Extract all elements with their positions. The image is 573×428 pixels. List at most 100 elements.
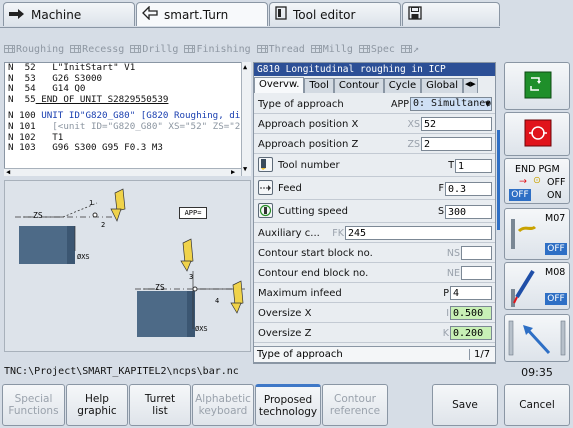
zs-label-2: ZS: [155, 283, 165, 292]
xs-label-2: ØXS: [195, 325, 208, 333]
menu-more[interactable]: ↗: [400, 44, 419, 60]
special-functions-softkey[interactable]: Special Functions: [2, 384, 65, 426]
dialog-title: G810 Longitudinal roughing in ICP: [254, 63, 495, 76]
menu-finishing[interactable]: Finishing: [184, 44, 251, 60]
field-maximum-infeed[interactable]: Maximum infeed P: [254, 284, 495, 303]
cycle-stop-icon: [524, 119, 552, 147]
point-3-label: 3: [189, 273, 194, 281]
contour-reference-softkey[interactable]: Contour reference: [322, 384, 388, 426]
alphabetic-keyboard-softkey[interactable]: Alphabetic keyboard: [192, 384, 254, 426]
coolant-m08-button[interactable]: M08 OFF: [504, 262, 570, 310]
cutting-speed-input[interactable]: [445, 205, 492, 219]
program-path: TNC:\Project\SMART_KAPITEL2\ncps\bar.nc: [4, 366, 239, 377]
menu-thread[interactable]: Thread: [256, 44, 305, 60]
nc-hscrollbar[interactable]: ◀ ▶: [4, 168, 241, 176]
field-contour-start[interactable]: Contour start block no. NS: [254, 244, 495, 263]
tab-cycle[interactable]: Cycle: [383, 78, 422, 93]
contour-start-input[interactable]: [461, 246, 492, 260]
nc-scrollbar[interactable]: ▲ ▼: [241, 62, 251, 176]
menu-drilling[interactable]: Drillg: [130, 44, 178, 60]
field-contour-end[interactable]: Contour end block no. NE: [254, 264, 495, 283]
scroll-down-icon[interactable]: ▼: [243, 166, 250, 173]
point-1-label: 1: [89, 199, 94, 207]
field-cutting-speed[interactable]: Cutting speed S: [254, 201, 495, 223]
zs-label: ZS: [33, 211, 43, 220]
cycle-start-button[interactable]: [504, 62, 570, 110]
point-4-label: 4: [215, 297, 220, 305]
nc-line[interactable]: N 55 END_OF_UNIT S2829550539: [5, 94, 250, 106]
approach-z-input[interactable]: [421, 137, 492, 151]
cancel-softkey[interactable]: Cancel: [504, 384, 570, 426]
cycle-start-icon: [524, 71, 552, 99]
dialog-scrollbar[interactable]: [497, 130, 500, 230]
auxiliary-contour-input[interactable]: [345, 226, 492, 240]
coolant-spray-icon: [511, 269, 535, 307]
jog-arrow-button[interactable]: [504, 314, 570, 362]
menu-bar: Roughing Recessg Drillg Finishing Thread…: [4, 44, 419, 60]
tab-contour[interactable]: Contour: [333, 78, 384, 93]
clock-icon: ⊙: [533, 175, 541, 186]
grid-more-icon: [400, 45, 412, 53]
field-feed[interactable]: Feed F: [254, 178, 495, 200]
scroll-right-icon[interactable]: ▶: [231, 168, 235, 176]
tool-icon: [275, 6, 287, 23]
tab-overview[interactable]: Overvw.: [254, 77, 305, 93]
field-oversize-x[interactable]: Oversize X I: [254, 304, 495, 323]
field-auxiliary-contour[interactable]: Auxiliary c... FK: [254, 224, 495, 243]
field-approach-x[interactable]: Approach position X XS: [254, 115, 495, 134]
field-type-of-approach[interactable]: Type of approach APP 0: Simultaneou ▼: [254, 95, 495, 114]
grid-icon: [310, 45, 322, 53]
contour-end-input[interactable]: [461, 266, 492, 280]
diagonal-arrow-icon: [508, 320, 566, 356]
menu-recessing[interactable]: Recessg: [70, 44, 124, 60]
tool-number-input[interactable]: [455, 159, 492, 173]
nc-program-listing[interactable]: N 52 L"InitStart" V1 N 53 G26 S3000 N 54…: [4, 62, 251, 176]
cycle-dialog: G810 Longitudinal roughing in ICP Overvw…: [253, 62, 496, 364]
help-graphic: APP= ZS ZS ØXS ØXS 1 2 3 4: [4, 180, 251, 352]
help-graphic-softkey[interactable]: Help graphic: [66, 384, 128, 426]
approach-x-input[interactable]: [421, 117, 492, 131]
tab-scroll-arrows[interactable]: ◀▶: [463, 78, 478, 93]
turret-list-softkey[interactable]: Turret list: [129, 384, 191, 426]
menu-special[interactable]: Spec: [358, 44, 395, 60]
oversize-z-input[interactable]: [450, 326, 492, 340]
clock: 09:35: [521, 366, 553, 379]
menu-milling[interactable]: Millg: [310, 44, 353, 60]
disk-icon: [408, 6, 422, 23]
point-2-label: 2: [101, 221, 106, 229]
grid-icon: [70, 45, 82, 53]
tab-smart-turn[interactable]: smart.Turn: [136, 2, 268, 26]
field-tool-number[interactable]: Tool number T: [254, 155, 495, 177]
grid-icon: [130, 45, 142, 53]
program-icon: [142, 5, 158, 23]
proposed-technology-softkey[interactable]: Proposed technology: [255, 384, 321, 426]
nc-line[interactable]: N 103 G96 S300 G95 F0.3 M3: [5, 142, 250, 154]
field-oversize-z[interactable]: Oversize Z K: [254, 324, 495, 343]
feed-icon: [258, 180, 273, 195]
cycle-stop-button[interactable]: [504, 112, 570, 156]
oversize-x-input[interactable]: [450, 306, 492, 320]
field-approach-z[interactable]: Approach position Z ZS: [254, 135, 495, 154]
page-indicator: 1/7: [469, 349, 490, 360]
tab-global[interactable]: Global: [421, 78, 464, 93]
save-softkey[interactable]: Save: [432, 384, 498, 426]
menu-roughing[interactable]: Roughing: [4, 44, 64, 60]
scroll-up-icon[interactable]: ▲: [243, 64, 250, 71]
dropdown-chevron-icon[interactable]: ▼: [485, 100, 490, 108]
scroll-left-icon[interactable]: ◀: [6, 168, 10, 176]
maximum-infeed-input[interactable]: [450, 286, 492, 300]
spindle-icon: [258, 203, 273, 218]
end-pgm-button[interactable]: END PGM → ⊙ OFF OFF ON: [504, 158, 570, 204]
arrow-right-icon: →: [519, 176, 527, 187]
tab-machine[interactable]: Machine: [3, 2, 135, 26]
tab-tool[interactable]: Tool: [304, 78, 334, 93]
xs-label: ØXS: [77, 253, 90, 261]
tool-holder-icon: [258, 157, 273, 172]
feed-input[interactable]: [445, 182, 492, 196]
tab-save-disk[interactable]: [402, 2, 500, 26]
grid-icon: [4, 45, 15, 53]
tab-tool-editor[interactable]: Tool editor: [269, 2, 401, 26]
approach-select[interactable]: 0: Simultaneou: [410, 97, 492, 111]
coolant-m07-button[interactable]: M07 OFF: [504, 208, 570, 260]
smart-turn-window: Machine smart.Turn Tool editor Roughing …: [0, 0, 573, 428]
